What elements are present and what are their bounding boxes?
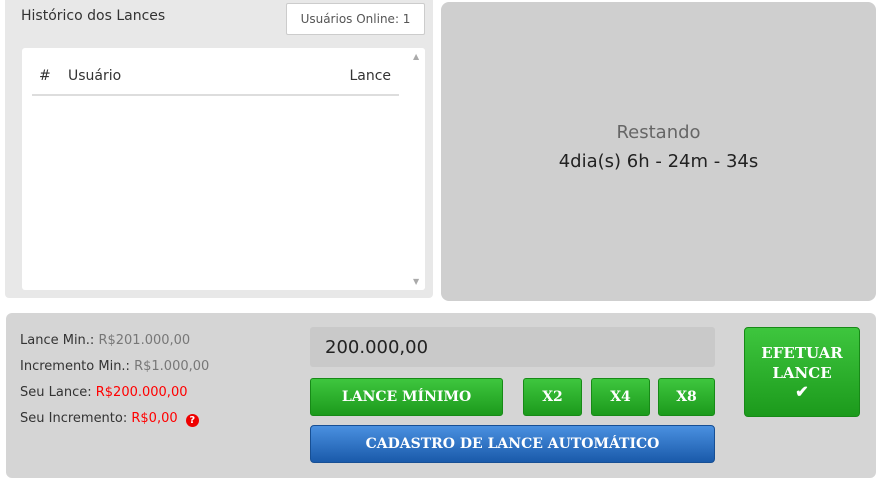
min-bid-value: R$201.000,00 [98,333,191,348]
your-increment-value: R$0,00 [131,411,178,426]
multiply-x2-button[interactable]: X2 [523,378,582,416]
multiply-x4-button[interactable]: X4 [591,378,650,416]
column-header-bid: Lance [349,68,391,84]
min-bid-row: Lance Min.: R$201.000,00 [20,328,209,354]
submit-bid-label-line1: EFETUAR [761,344,843,362]
check-icon: ✔ [795,382,809,401]
your-increment-row: Seu Incremento: R$0,00 ? [20,406,209,432]
min-increment-value: R$1.000,00 [134,359,210,374]
multiply-x8-button[interactable]: X8 [658,378,715,416]
auto-bid-button[interactable]: CADASTRO DE LANCE AUTOMÁTICO [310,425,715,463]
table-header: # Usuário Lance [32,58,399,96]
minimum-bid-button[interactable]: LANCE MÍNIMO [310,378,503,416]
submit-bid-button[interactable]: EFETUAR LANCE ✔ [744,327,860,417]
column-header-number: # [39,68,51,84]
bid-amount-input[interactable] [310,327,715,367]
your-bid-row: Seu Lance: R$200.000,00 [20,380,209,406]
countdown-label: Restando [616,121,701,143]
column-header-user: Usuário [68,68,122,84]
min-increment-row: Incremento Min.: R$1.000,00 [20,354,209,380]
your-bid-label: Seu Lance: [20,385,92,400]
submit-bid-label-line2: LANCE [772,364,832,382]
online-users-badge: Usuários Online: 1 [286,3,425,35]
your-increment-label: Seu Incremento: [20,411,128,426]
bid-history-title: Histórico dos Lances [21,8,166,24]
bid-info: Lance Min.: R$201.000,00 Incremento Min.… [20,328,209,432]
countdown-panel: Restando 4dia(s) 6h - 24m - 34s [441,2,876,301]
min-increment-label: Incremento Min.: [20,359,130,374]
countdown-timer: 4dia(s) 6h - 24m - 34s [558,150,759,172]
min-bid-label: Lance Min.: [20,333,95,348]
bid-history-table[interactable]: # Usuário Lance ▲ ▼ [22,48,425,290]
bid-panel: Lance Min.: R$201.000,00 Incremento Min.… [6,313,876,478]
table-scrollbar[interactable]: ▲ ▼ [409,48,425,290]
scroll-down-arrow-icon[interactable]: ▼ [413,277,419,286]
question-circle-icon[interactable]: ? [185,414,199,427]
your-bid-value: R$200.000,00 [95,385,188,400]
bid-history-panel: Histórico dos Lances Usuários Online: 1 … [5,0,433,298]
scroll-up-arrow-icon[interactable]: ▲ [413,52,419,61]
